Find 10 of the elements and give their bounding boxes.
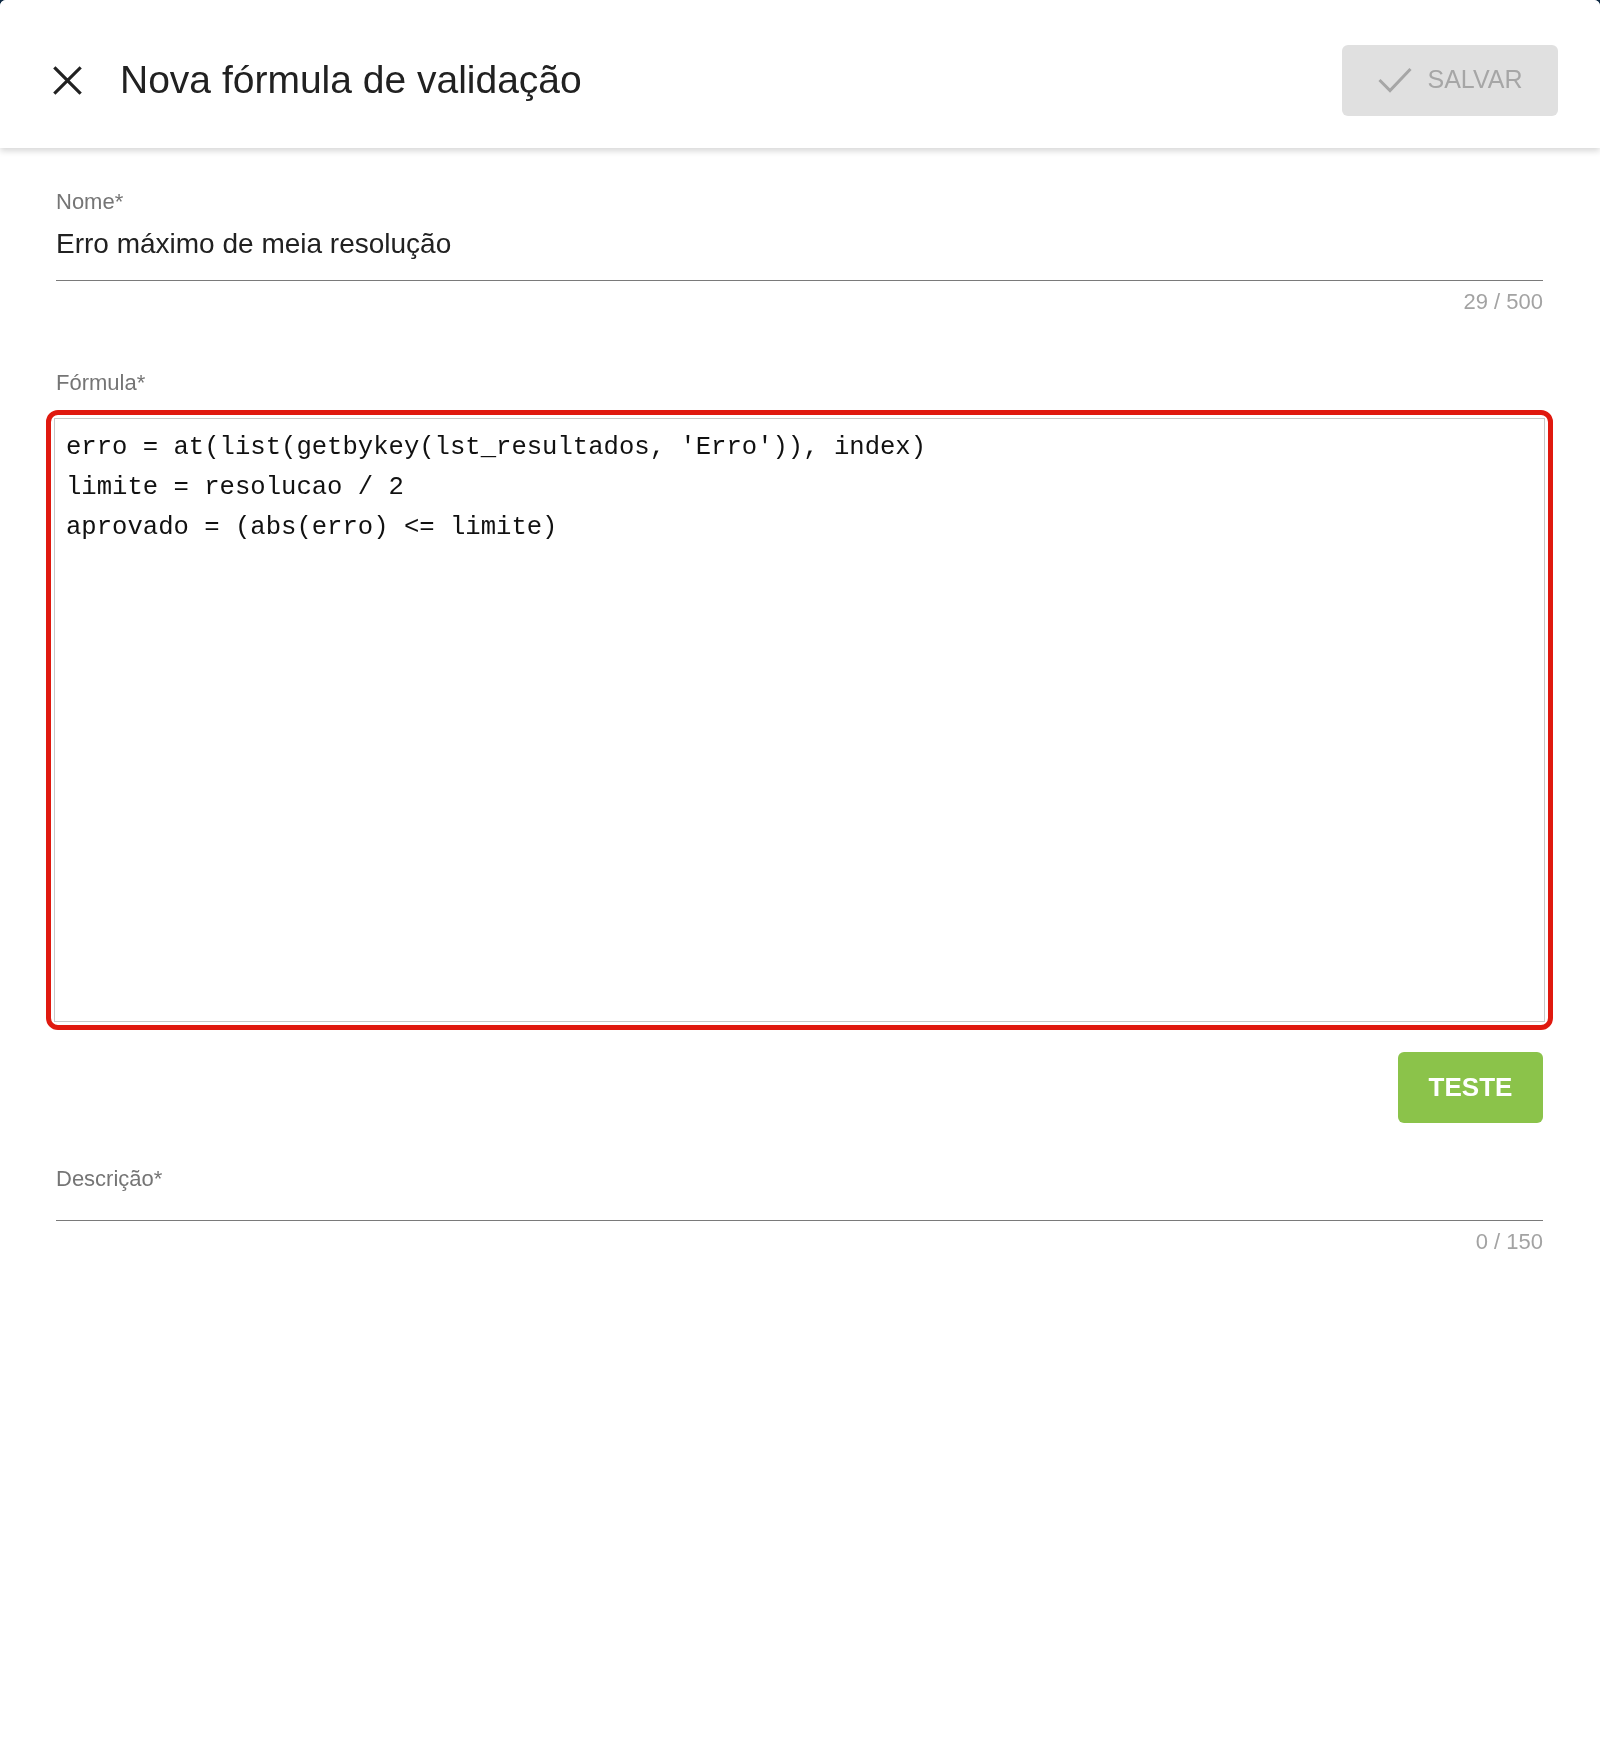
check-icon [1377,67,1412,93]
character-counter: 29 / 500 [1463,290,1543,314]
text-field[interactable]: Erro máximo de meia resolução [56,214,1543,281]
field-label: Descrição* [56,1167,163,1191]
character-counter: 0 / 150 [1475,1230,1543,1254]
close-icon[interactable] [53,65,82,95]
formula-field[interactable]: erro = at(list(getbykey(lst_resultados, 'Erro')), index) limite = resolucao / 2 aprovado = (abs(erro) <= limite) [54,418,1545,1022]
field-label: Fórmula* [56,371,146,395]
field-label: Nome* [56,190,124,214]
dialog-title: Nova fórmula de validação [120,57,582,103]
